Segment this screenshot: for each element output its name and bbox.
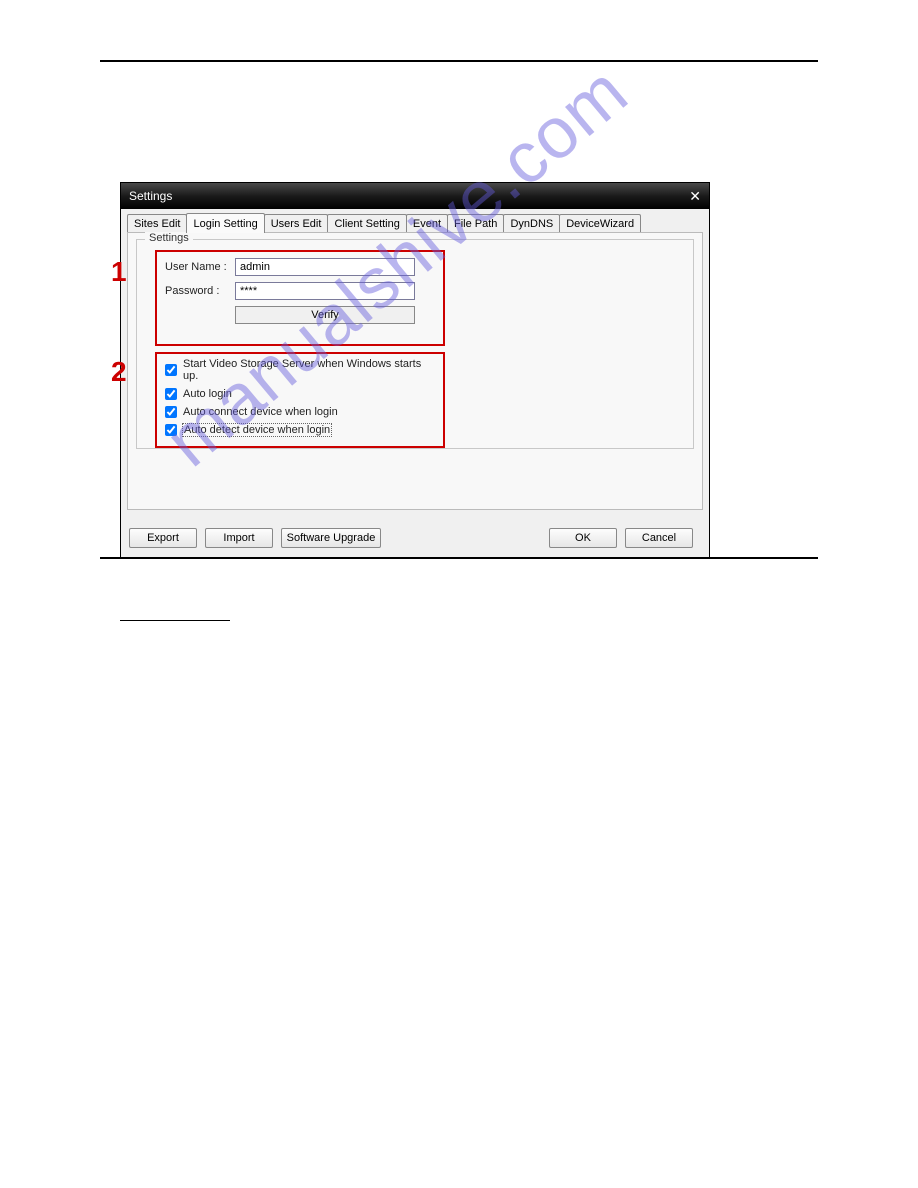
tab-panel: Settings 1 2 User Name : Password : xyxy=(127,232,703,510)
export-button[interactable]: Export xyxy=(129,528,197,548)
tab-users-edit[interactable]: Users Edit xyxy=(264,214,329,233)
bottom-rule xyxy=(100,557,818,559)
text-underline xyxy=(120,620,230,621)
tab-file-path[interactable]: File Path xyxy=(447,214,504,233)
credentials-group: User Name : Password : Verify xyxy=(165,258,435,324)
checkbox-startup[interactable] xyxy=(165,364,177,376)
tabstrip: Sites Edit Login Setting Users Edit Clie… xyxy=(127,213,703,233)
settings-groupbox: Settings 1 2 User Name : Password : xyxy=(136,239,694,449)
cancel-button[interactable]: Cancel xyxy=(625,528,693,548)
verify-button[interactable]: Verify xyxy=(235,306,415,324)
tab-login-setting[interactable]: Login Setting xyxy=(186,213,264,233)
ok-button[interactable]: OK xyxy=(549,528,617,548)
password-input[interactable] xyxy=(235,282,415,300)
groupbox-legend: Settings xyxy=(145,232,193,244)
checkbox-row-startup: Start Video Storage Server when Windows … xyxy=(165,358,435,382)
checkbox-label-autodetect: Auto detect device when login xyxy=(183,424,331,436)
checkbox-row-autoconnect: Auto connect device when login xyxy=(165,406,435,418)
checkbox-label-startup: Start Video Storage Server when Windows … xyxy=(183,358,435,382)
username-row: User Name : xyxy=(165,258,435,276)
checkbox-row-autologin: Auto login xyxy=(165,388,435,400)
tab-event[interactable]: Event xyxy=(406,214,448,233)
tab-sites-edit[interactable]: Sites Edit xyxy=(127,214,187,233)
checkbox-autoconnect[interactable] xyxy=(165,406,177,418)
options-group: Start Video Storage Server when Windows … xyxy=(165,358,435,442)
annotation-number-1: 1 xyxy=(111,256,127,288)
software-upgrade-button[interactable]: Software Upgrade xyxy=(281,528,381,548)
dialog-body: Sites Edit Login Setting Users Edit Clie… xyxy=(121,209,709,558)
settings-dialog: Settings ✕ Sites Edit Login Setting User… xyxy=(120,182,710,559)
annotation-number-2: 2 xyxy=(111,356,127,388)
checkbox-autodetect[interactable] xyxy=(165,424,177,436)
tab-dyndns[interactable]: DynDNS xyxy=(503,214,560,233)
button-row: Export Import Software Upgrade OK Cancel xyxy=(129,528,701,548)
checkbox-label-autologin: Auto login xyxy=(183,388,232,400)
tab-client-setting[interactable]: Client Setting xyxy=(327,214,406,233)
titlebar: Settings ✕ xyxy=(121,183,709,209)
checkbox-row-autodetect: Auto detect device when login xyxy=(165,424,435,436)
page: Settings ✕ Sites Edit Login Setting User… xyxy=(0,0,918,599)
checkbox-label-autoconnect: Auto connect device when login xyxy=(183,406,338,418)
username-input[interactable] xyxy=(235,258,415,276)
close-icon[interactable]: ✕ xyxy=(689,189,701,203)
top-rule xyxy=(100,60,818,62)
window-title: Settings xyxy=(129,189,172,203)
import-button[interactable]: Import xyxy=(205,528,273,548)
password-label: Password : xyxy=(165,285,235,297)
tab-device-wizard[interactable]: DeviceWizard xyxy=(559,214,641,233)
password-row: Password : xyxy=(165,282,435,300)
username-label: User Name : xyxy=(165,261,235,273)
checkbox-autologin[interactable] xyxy=(165,388,177,400)
